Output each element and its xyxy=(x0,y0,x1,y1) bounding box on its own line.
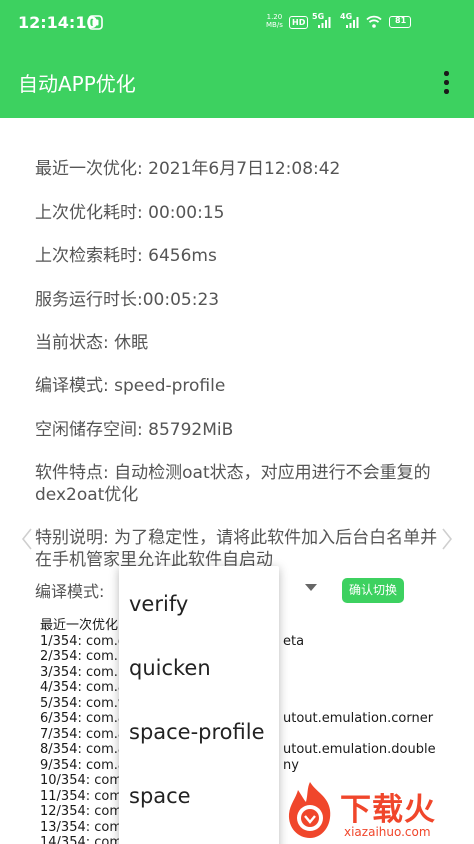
more-vertical-icon[interactable] xyxy=(436,70,456,96)
signal-icon xyxy=(346,17,359,28)
status-time: 12:14:10 xyxy=(18,13,98,32)
confirm-switch-button[interactable]: 确认切换 xyxy=(342,578,404,603)
log-entry-tail: utout.emulation.double xyxy=(283,742,436,757)
special-note: 特别说明: 为了稳定性，请将此软件加入后台白名单并在手机管家里允许此软件自启动 xyxy=(35,528,438,570)
free-storage: 空闲储存空间: 85792MiB xyxy=(35,420,234,440)
watermark-title: 下载火 xyxy=(340,792,436,828)
chevron-right-icon[interactable] xyxy=(442,528,452,550)
notification-app-icon xyxy=(88,15,103,30)
dropdown-option-verify[interactable]: verify xyxy=(129,592,188,616)
wifi-icon xyxy=(366,15,382,28)
log-entry: 10/354: com xyxy=(40,773,123,788)
flame-logo-icon xyxy=(288,782,331,838)
log-entry: 3/354: com.n xyxy=(40,664,127,680)
service-uptime: 服务运行时长:00:05:23 xyxy=(35,290,220,310)
watermark: 下载火 xiazaihuo.com xyxy=(278,780,474,844)
log-entry: 12/354: com xyxy=(40,804,123,819)
log-entry: 5/354: com.v xyxy=(40,695,126,711)
app-bar: 自动APP优化 xyxy=(0,46,474,118)
dropdown-option-space[interactable]: space xyxy=(129,784,191,808)
last-optimize-time: 最近一次优化: 2021年6月7日12:08:42 xyxy=(35,159,341,179)
chevron-left-icon[interactable] xyxy=(22,528,32,550)
log-entry-tail: utout.emulation.corner xyxy=(283,711,434,726)
search-duration: 上次检索耗时: 6456ms xyxy=(35,246,217,266)
screen: 12:14:10 1.20 MB/s HD 5G 4G 81 自动APP优化 最… xyxy=(0,0,474,844)
log-entry: 13/354: com xyxy=(40,819,123,835)
log-entry-tail: eta xyxy=(283,634,305,649)
battery-icon: 81 xyxy=(389,16,411,28)
dropdown-option-space-profile[interactable]: space-profile xyxy=(129,720,265,744)
log-entry: 9/354: com.a xyxy=(40,757,126,773)
compile-mode: 编译模式: speed-profile xyxy=(35,376,226,396)
compile-mode-dropdown: verify quicken space-profile space xyxy=(119,566,279,844)
mode-selector-label: 编译模式: xyxy=(35,582,105,601)
log-entry: 8/354: com.a xyxy=(40,742,126,757)
signal-icon xyxy=(318,17,331,28)
log-entry-tail: ny xyxy=(283,758,299,773)
log-entry: 4/354: com.a xyxy=(40,680,126,695)
network-speed: 1.20 MB/s xyxy=(266,13,283,29)
watermark-subtitle: xiazaihuo.com xyxy=(344,825,431,839)
log-entry: 1/354: com.g xyxy=(40,633,127,649)
app-title: 自动APP优化 xyxy=(18,72,136,96)
log-entry: 14/354: com xyxy=(40,835,123,844)
dropdown-option-quicken[interactable]: quicken xyxy=(129,656,211,680)
log-entry: 6/354: com.a xyxy=(40,711,126,726)
log-header: 最近一次优化 xyxy=(40,618,119,633)
log-entry: 7/354: com.a xyxy=(40,726,126,742)
hd-badge: HD xyxy=(289,16,309,29)
status-bar: 12:14:10 1.20 MB/s HD 5G 4G 81 xyxy=(0,0,474,46)
current-state: 当前状态: 休眠 xyxy=(35,333,149,353)
features-note: 软件特点: 自动检测oat状态，对应用进行不会重复的dex2oat优化 xyxy=(35,463,431,505)
dropdown-arrow-icon[interactable] xyxy=(305,584,317,591)
log-entry: 11/354: com xyxy=(40,788,123,804)
log-entry: 2/354: com.n xyxy=(40,649,127,664)
optimize-duration: 上次优化耗时: 00:00:15 xyxy=(35,203,225,223)
